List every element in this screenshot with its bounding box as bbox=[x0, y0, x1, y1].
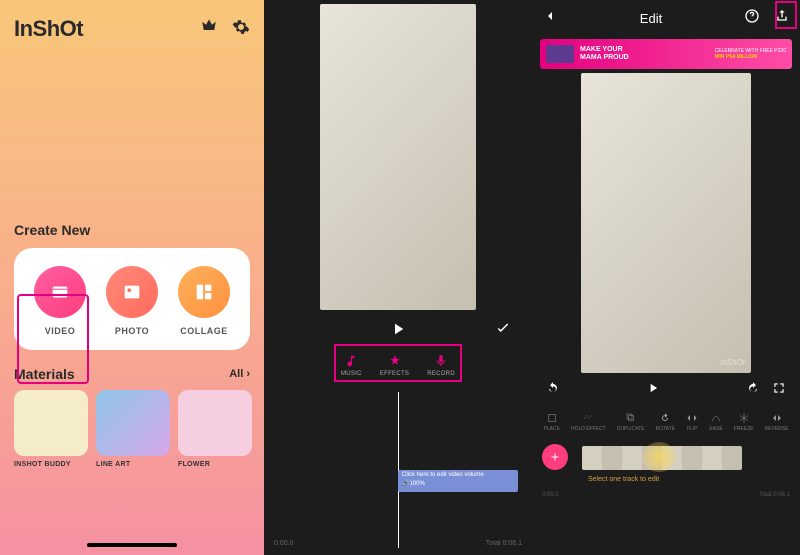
time-current: 0:00.0 bbox=[542, 492, 559, 498]
tool-flip[interactable]: FLIP bbox=[686, 412, 698, 432]
volume-track[interactable]: Click here to edit video volume 🔊100% bbox=[398, 470, 518, 492]
fullscreen-button[interactable] bbox=[772, 381, 786, 400]
redo-button[interactable] bbox=[746, 381, 760, 400]
time-total: Total 0:06.1 bbox=[486, 540, 522, 547]
video-preview[interactable]: InShOt bbox=[581, 73, 751, 373]
add-button[interactable] bbox=[542, 444, 568, 470]
create-card: VIDEO PHOTO COLLAGE bbox=[14, 248, 250, 350]
ad-banner[interactable]: MAKE YOURMAMA PROUD CELEBRATE WITH FREE … bbox=[540, 39, 792, 69]
home-indicator bbox=[87, 543, 177, 547]
ad-logo bbox=[546, 45, 574, 63]
create-photo-button[interactable]: PHOTO bbox=[106, 266, 158, 336]
settings-icon[interactable] bbox=[232, 18, 250, 41]
tool-rotate[interactable]: ROTATE bbox=[656, 412, 676, 432]
materials-heading: Materials bbox=[14, 366, 75, 382]
undo-button[interactable] bbox=[546, 381, 560, 400]
back-button[interactable] bbox=[542, 8, 558, 29]
play-button[interactable] bbox=[389, 320, 407, 343]
page-title: Edit bbox=[640, 11, 662, 26]
tool-row: PLACE HOLD EFFECT DUPLICATE ROTATE FLIP … bbox=[532, 408, 800, 436]
music-tabs: MUSIC EFFECTS RECORD bbox=[327, 348, 469, 383]
time-current: 0:00.0 bbox=[274, 540, 293, 547]
timeline[interactable]: Click here to edit video volume 🔊100% 0:… bbox=[264, 392, 532, 555]
material-flower[interactable]: FLOWER bbox=[178, 390, 252, 468]
create-video-button[interactable]: VIDEO bbox=[34, 266, 86, 336]
material-inshot-buddy[interactable]: INSHOT BUDDY bbox=[14, 390, 88, 468]
track-hint: Select one track to edit bbox=[588, 476, 659, 483]
effects-tab[interactable]: EFFECTS bbox=[380, 354, 409, 377]
create-new-heading: Create New bbox=[14, 222, 250, 238]
tool-duplicate[interactable]: DUPLICATE bbox=[617, 412, 645, 432]
material-line-art[interactable]: LINE ART bbox=[96, 390, 170, 468]
help-icon[interactable] bbox=[744, 8, 760, 29]
home-screen: InShOt Create New VIDEO PHOTO COLLAGE Ma… bbox=[0, 0, 264, 555]
edit-screen: Edit MAKE YOURMAMA PROUD CELEBRATE WITH … bbox=[532, 0, 800, 555]
video-preview[interactable] bbox=[320, 4, 476, 310]
premium-icon[interactable] bbox=[200, 18, 218, 41]
watermark: InShOt bbox=[720, 358, 745, 367]
confirm-button[interactable] bbox=[494, 320, 512, 343]
timeline[interactable]: Select one track to edit 0:00.0 Total 0:… bbox=[532, 440, 800, 500]
tool-ease[interactable]: EASE bbox=[709, 412, 722, 432]
time-total: Total 0:06.1 bbox=[759, 492, 790, 498]
tool-holdeffect[interactable]: HOLD EFFECT bbox=[571, 412, 606, 432]
create-collage-button[interactable]: COLLAGE bbox=[178, 266, 230, 336]
tool-freeze[interactable]: FREEZE bbox=[734, 412, 754, 432]
music-tab[interactable]: MUSIC bbox=[341, 354, 362, 377]
app-logo: InShOt bbox=[14, 16, 83, 42]
materials-all-link[interactable]: All › bbox=[229, 368, 250, 380]
share-button[interactable] bbox=[774, 8, 790, 29]
record-tab[interactable]: RECORD bbox=[427, 354, 455, 377]
music-screen: MUSIC EFFECTS RECORD Click here to edit … bbox=[264, 0, 532, 555]
play-button[interactable] bbox=[646, 381, 660, 400]
tool-place[interactable]: PLACE bbox=[544, 412, 560, 432]
playhead-marker[interactable] bbox=[642, 442, 676, 472]
tool-reverse[interactable]: REVERSE bbox=[765, 412, 789, 432]
